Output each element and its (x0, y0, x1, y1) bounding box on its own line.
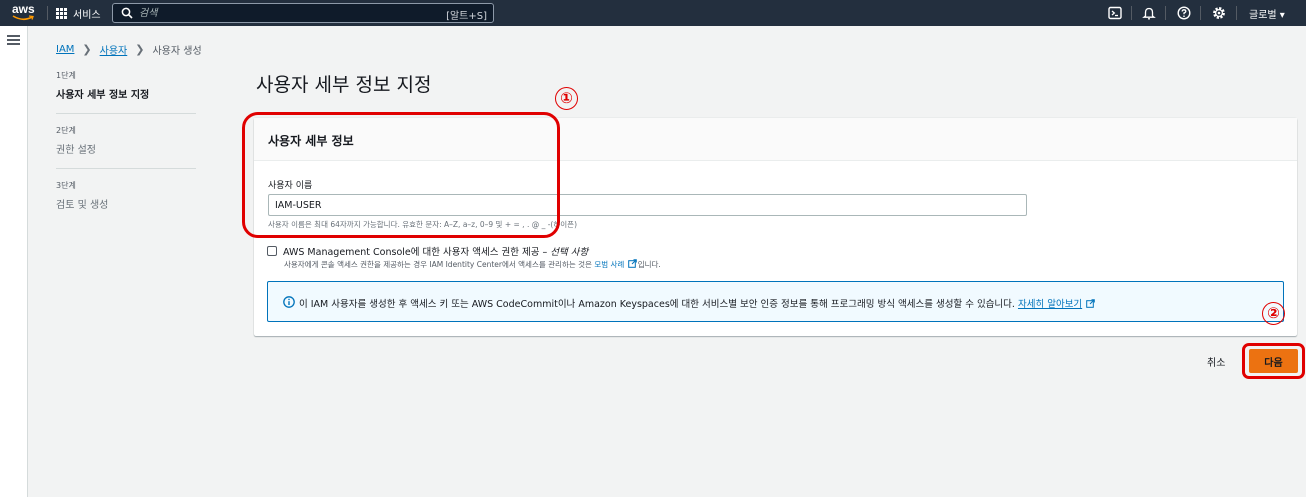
aws-smile-icon (12, 15, 34, 21)
info-alert: 이 IAM 사용자를 생성한 후 액세스 키 또는 AWS CodeCommit… (267, 281, 1284, 322)
bell-icon[interactable] (1142, 6, 1156, 20)
step-name: 검토 및 생성 (56, 200, 109, 211)
annotation-marker-2: ② (1262, 302, 1285, 325)
external-link-icon (627, 259, 637, 268)
console-access-description: 사용자에게 콘솔 액세스 권한을 제공하는 경우 IAM Identity Ce… (284, 259, 661, 269)
aws-logo[interactable]: aws (12, 3, 36, 23)
best-practice-link[interactable]: 모범 사례 (594, 259, 637, 269)
chevron-right-icon: ❯ (82, 43, 92, 56)
step-number: 1단계 (56, 71, 76, 80)
external-link-icon (1086, 299, 1096, 308)
cloudshell-icon[interactable] (1108, 6, 1122, 20)
nav-divider (1236, 6, 1237, 20)
nav-divider (47, 6, 48, 20)
info-icon (283, 296, 295, 308)
search-input[interactable] (139, 6, 439, 20)
breadcrumb-iam-link[interactable]: IAM (56, 44, 74, 55)
step-name: 권한 설정 (56, 145, 96, 156)
nav-divider (1165, 6, 1166, 20)
menu-icon[interactable] (7, 35, 20, 45)
annotation-highlight-1 (242, 112, 560, 238)
step-number: 2단계 (56, 126, 76, 135)
step-name: 사용자 세부 정보 지정 (56, 90, 150, 101)
services-label: 서비스 (73, 9, 101, 21)
breadcrumb-users-link[interactable]: 사용자 (100, 42, 128, 57)
chevron-right-icon: ❯ (135, 43, 145, 56)
search-bar[interactable]: [알트+S] (112, 3, 494, 23)
search-icon (121, 7, 133, 19)
info-text: 이 IAM 사용자를 생성한 후 액세스 키 또는 AWS CodeCommit… (299, 296, 1096, 310)
search-shortcut-hint: [알트+S] (446, 11, 487, 22)
wizard-step-2[interactable]: 2단계 권한 설정 (56, 125, 196, 169)
wizard-step-1: 1단계 사용자 세부 정보 지정 (56, 70, 196, 114)
aws-logo-text: aws (12, 2, 35, 16)
nav-divider (1200, 6, 1201, 20)
breadcrumb: IAM ❯ 사용자 ❯ 사용자 생성 (56, 42, 202, 57)
breadcrumb-current: 사용자 생성 (152, 46, 202, 57)
console-access-label: AWS Management Console에 대한 사용자 액세스 권한 제공… (283, 247, 589, 258)
gear-icon[interactable] (1212, 6, 1226, 20)
grid-icon (56, 7, 67, 19)
annotation-highlight-2 (1242, 343, 1305, 379)
learn-more-link[interactable]: 자세히 알아보기 (1018, 299, 1082, 310)
nav-divider (1131, 6, 1132, 20)
console-access-checkbox[interactable] (267, 246, 277, 256)
services-menu-button[interactable]: 서비스 (56, 6, 101, 21)
cancel-button[interactable]: 취소 (1207, 354, 1225, 369)
region-selector[interactable]: 글로벌 ▾ (1249, 6, 1285, 21)
top-navigation: aws 서비스 [알트+S] 글로벌 ▾ (0, 0, 1306, 26)
wizard-step-3[interactable]: 3단계 검토 및 생성 (56, 180, 196, 223)
page-title: 사용자 세부 정보 지정 (256, 74, 432, 96)
help-icon[interactable] (1177, 6, 1191, 20)
side-navigation-rail (0, 26, 28, 497)
console-access-option[interactable]: AWS Management Console에 대한 사용자 액세스 권한 제공… (267, 244, 588, 258)
step-number: 3단계 (56, 181, 76, 190)
annotation-marker-1: ① (555, 87, 578, 110)
wizard-steps: 1단계 사용자 세부 정보 지정 2단계 권한 설정 3단계 검토 및 생성 (56, 70, 196, 234)
